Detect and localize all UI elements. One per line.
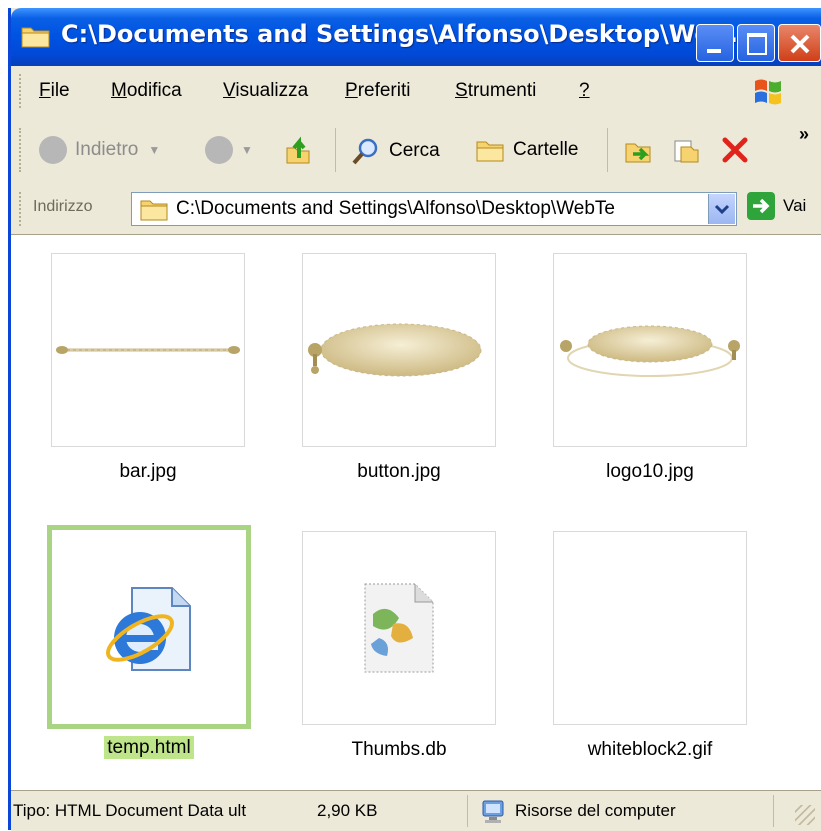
up-folder-button[interactable] bbox=[283, 136, 313, 166]
thumbnail[interactable] bbox=[302, 531, 496, 725]
folders-icon bbox=[476, 141, 504, 162]
bar-thumbnail-image bbox=[56, 346, 240, 354]
maximize-button[interactable] bbox=[737, 24, 775, 62]
close-icon bbox=[790, 34, 810, 54]
address-label: Indirizzo bbox=[33, 198, 93, 215]
thumbnail[interactable] bbox=[51, 253, 245, 447]
go-label: Vai bbox=[783, 196, 807, 215]
back-button[interactable]: Indietro ▼ bbox=[39, 136, 160, 164]
toolbar-separator bbox=[607, 128, 608, 172]
menu-visualizza[interactable]: Visualizza bbox=[223, 80, 308, 102]
folder-icon bbox=[21, 27, 50, 48]
folders-button[interactable]: Cartelle bbox=[475, 136, 578, 164]
search-button[interactable]: Cerca bbox=[351, 136, 440, 166]
status-zone: Risorse del computer bbox=[515, 801, 676, 820]
move-to-icon bbox=[625, 143, 651, 163]
toolbar-overflow-button[interactable]: » bbox=[799, 124, 809, 145]
menu-strumenti[interactable]: Strumenti bbox=[455, 80, 536, 102]
chevron-down-icon bbox=[714, 204, 730, 215]
folders-label: Cartelle bbox=[513, 139, 579, 160]
resize-grip[interactable] bbox=[795, 805, 815, 825]
standard-toolbar: Indietro ▼ ▼ Cerca Cartelle » bbox=[11, 116, 821, 185]
menu-modifica[interactable]: Modifica bbox=[111, 80, 182, 102]
file-name[interactable]: whiteblock2.gif bbox=[553, 739, 747, 761]
copy-to-icon bbox=[674, 140, 699, 163]
up-folder-icon bbox=[286, 136, 310, 164]
minimize-icon bbox=[707, 49, 721, 53]
address-dropdown-button[interactable] bbox=[708, 194, 735, 224]
close-button[interactable] bbox=[778, 24, 821, 62]
explorer-window: C:\Documents and Settings\Alfonso\Deskto… bbox=[8, 8, 821, 831]
thumbnail[interactable] bbox=[47, 525, 251, 729]
logo-thumbnail-image bbox=[560, 325, 740, 377]
back-arrow-icon bbox=[39, 136, 67, 164]
database-file-icon bbox=[364, 583, 434, 673]
toolbar-grip[interactable] bbox=[19, 128, 24, 172]
windows-logo-icon bbox=[749, 75, 789, 109]
file-name[interactable]: logo10.jpg bbox=[553, 461, 747, 483]
forward-dropdown-icon[interactable]: ▼ bbox=[241, 143, 253, 157]
status-bar: Tipo: HTML Document Data ult 2,90 KB Ris… bbox=[11, 790, 821, 831]
menu-help[interactable]: ? bbox=[579, 80, 590, 102]
delete-icon bbox=[722, 137, 748, 163]
window-title: C:\Documents and Settings\Alfonso\Deskto… bbox=[61, 20, 739, 48]
status-divider bbox=[467, 795, 468, 827]
computer-icon bbox=[482, 800, 504, 823]
copy-to-button[interactable] bbox=[671, 136, 701, 166]
go-button[interactable]: Vai bbox=[747, 192, 806, 220]
menu-preferiti[interactable]: Preferiti bbox=[345, 80, 410, 102]
go-arrow-icon bbox=[747, 192, 775, 220]
back-dropdown-icon[interactable]: ▼ bbox=[148, 143, 160, 157]
toolbar-separator bbox=[335, 128, 336, 172]
delete-button[interactable] bbox=[721, 136, 749, 164]
folder-icon bbox=[140, 200, 168, 221]
thumbnail[interactable] bbox=[553, 531, 747, 725]
title-bar[interactable]: C:\Documents and Settings\Alfonso\Deskto… bbox=[11, 8, 821, 66]
file-name[interactable]: bar.jpg bbox=[51, 461, 245, 483]
move-to-button[interactable] bbox=[623, 136, 653, 166]
menu-grip[interactable] bbox=[19, 74, 24, 108]
button-thumbnail-image bbox=[308, 323, 482, 377]
maximize-icon bbox=[747, 33, 767, 55]
file-name[interactable]: temp.html bbox=[47, 736, 251, 759]
thumbnail[interactable] bbox=[302, 253, 496, 447]
address-value[interactable]: C:\Documents and Settings\Alfonso\Deskto… bbox=[176, 198, 696, 220]
thumbnail[interactable] bbox=[553, 253, 747, 447]
menu-file[interactable]: File bbox=[39, 80, 70, 102]
status-divider bbox=[773, 795, 774, 827]
search-label: Cerca bbox=[389, 140, 440, 161]
file-name[interactable]: button.jpg bbox=[302, 461, 496, 483]
status-type: Tipo: HTML Document Data ult bbox=[13, 801, 247, 820]
search-icon bbox=[352, 138, 378, 165]
ie-document-icon bbox=[106, 587, 191, 671]
menu-bar: File Modifica Visualizza Preferiti Strum… bbox=[11, 66, 821, 117]
file-view[interactable]: bar.jpg button.jpg logo10.jpg temp.html … bbox=[11, 235, 821, 790]
forward-arrow-icon bbox=[205, 136, 233, 164]
back-label: Indietro bbox=[75, 139, 139, 160]
address-grip[interactable] bbox=[19, 192, 24, 226]
forward-button[interactable]: ▼ bbox=[205, 136, 253, 164]
minimize-button[interactable] bbox=[696, 24, 734, 62]
file-name[interactable]: Thumbs.db bbox=[302, 739, 496, 761]
address-input[interactable]: C:\Documents and Settings\Alfonso\Deskto… bbox=[131, 192, 737, 226]
status-size: 2,90 KB bbox=[317, 801, 378, 820]
address-bar: Indirizzo C:\Documents and Settings\Alfo… bbox=[11, 184, 821, 235]
